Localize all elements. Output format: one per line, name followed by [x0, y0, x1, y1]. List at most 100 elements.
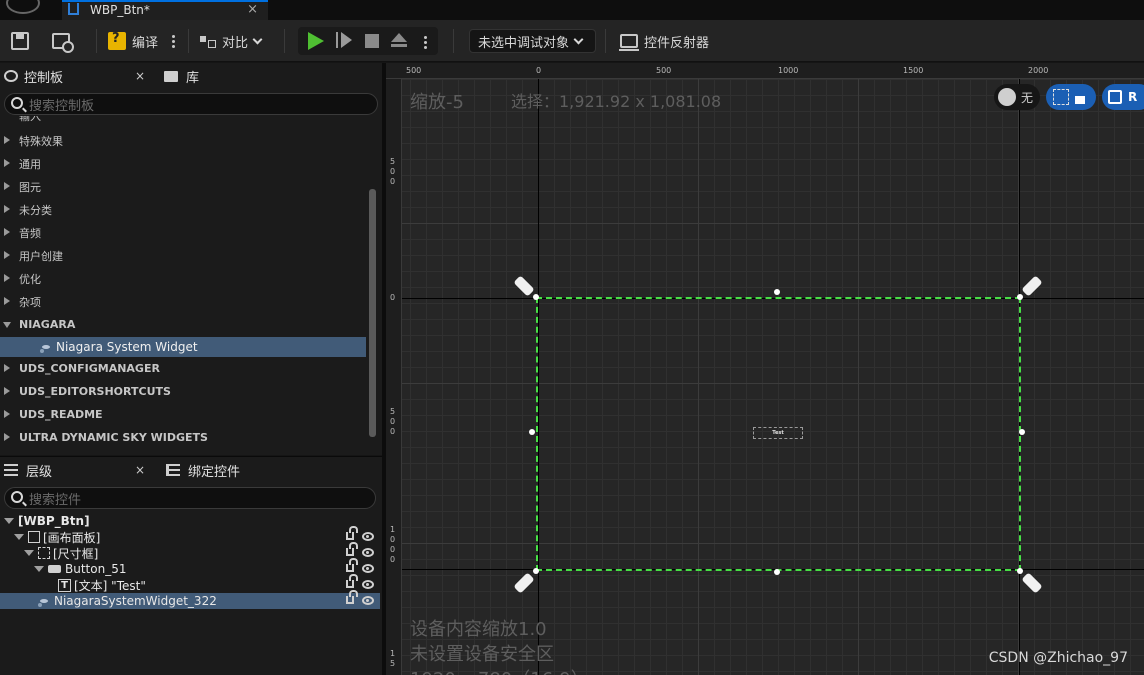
library-tab-label: 库	[186, 70, 200, 86]
palette-category[interactable]: 未分类	[0, 198, 366, 221]
category-label: UDS_README	[19, 408, 103, 421]
palette-category[interactable]: 特殊效果	[0, 129, 366, 152]
category-label: UDS_EDITORSHORTCUTS	[19, 385, 171, 398]
palette-category[interactable]: 图元	[0, 175, 366, 198]
resize-handle-top-right[interactable]	[1017, 294, 1023, 300]
compile-options-button[interactable]	[172, 20, 175, 62]
expand-arrow-icon	[4, 297, 10, 305]
palette-category[interactable]: UDS_README	[0, 403, 366, 426]
right-option-button[interactable]: R	[1102, 84, 1144, 110]
category-label: 未分类	[19, 203, 52, 217]
close-hierarchy-button[interactable]: ×	[135, 463, 145, 477]
diff-dropdown[interactable]: 对比	[200, 20, 263, 62]
visibility-eye-icon[interactable]	[362, 548, 374, 557]
play-options-button[interactable]	[424, 31, 430, 51]
palette-category[interactable]: UDS_EDITORSHORTCUTS	[0, 380, 366, 403]
play-button[interactable]	[304, 31, 324, 51]
palette-category[interactable]: 通用	[0, 152, 366, 175]
compile-status-icon	[108, 31, 126, 50]
palette-category[interactable]: 用户创建	[0, 244, 366, 267]
localization-preview-button[interactable]: 无	[994, 84, 1040, 110]
ruler-tick-label: 500	[406, 66, 422, 75]
globe-icon	[998, 88, 1016, 106]
expand-arrow-icon	[4, 182, 10, 190]
tree-row-size-box[interactable]: [尺寸框]	[0, 542, 380, 561]
tab-palette[interactable]: 控制板 ×	[4, 63, 154, 89]
expand-arrow-icon	[4, 387, 10, 395]
tab-library[interactable]: 库	[164, 63, 244, 89]
palette-category[interactable]: 杂项	[0, 290, 366, 313]
compile-button[interactable]: 编译	[108, 20, 158, 62]
visibility-eye-icon[interactable]	[362, 580, 374, 589]
folder-icon	[164, 70, 178, 82]
advance-frame-button[interactable]	[334, 31, 354, 51]
widget-reflector-button[interactable]: 控件反射器	[619, 20, 709, 62]
resize-handle-bottom-left[interactable]	[533, 568, 539, 574]
close-tab-button[interactable]: ×	[247, 2, 258, 18]
lock-icon[interactable]	[346, 558, 358, 572]
palette-item-niagara-system-widget[interactable]: Niagara System Widget	[0, 337, 366, 357]
ruler-tick-label: 2000	[1028, 66, 1049, 75]
category-label: 特殊效果	[19, 134, 63, 148]
main-toolbar: 编译 对比 未选中调试对象 控件反射器	[0, 20, 1144, 62]
layout-icon	[1108, 90, 1122, 104]
search-icon	[11, 97, 23, 109]
browse-button[interactable]	[52, 20, 74, 62]
tree-row-button[interactable]: Button_51	[0, 558, 380, 577]
lock-icon[interactable]	[346, 574, 358, 588]
size-box-icon	[38, 547, 50, 559]
tab-hierarchy[interactable]: 层级 ×	[4, 457, 154, 483]
designer-viewport[interactable]: 500 0 500 1000 1500 2000 500 0 500 1000 …	[386, 63, 1144, 675]
category-label: UDS_CONFIGMANAGER	[19, 362, 160, 375]
resize-handle-left[interactable]	[529, 429, 535, 435]
tab-bind-widgets[interactable]: 绑定控件	[166, 457, 286, 483]
palette-category[interactable]: 音频	[0, 221, 366, 244]
text-widget-preview[interactable]: Test	[753, 427, 803, 439]
resize-handle-top[interactable]	[774, 289, 780, 295]
palette-category-niagara[interactable]: NIAGARA	[0, 313, 366, 336]
visibility-eye-icon[interactable]	[362, 596, 374, 605]
visibility-eye-icon[interactable]	[362, 564, 374, 573]
resize-handle-right[interactable]	[1019, 429, 1025, 435]
ruler-tick-label: 1000	[778, 66, 799, 75]
resize-handle-bottom-right[interactable]	[1017, 568, 1023, 574]
text-widget-icon: T	[58, 578, 71, 592]
toolbar-divider	[188, 29, 189, 53]
lock-icon[interactable]	[346, 590, 358, 604]
palette-category[interactable]: UDS_CONFIGMANAGER	[0, 357, 366, 380]
category-label: 音频	[19, 226, 41, 240]
respect-locks-toggle[interactable]	[1046, 84, 1096, 110]
resize-handle-bottom[interactable]	[774, 569, 780, 575]
unreal-logo-icon[interactable]	[6, 0, 40, 14]
dashed-box-icon	[1053, 89, 1069, 105]
tree-row-root[interactable]: [WBP_Btn]	[0, 513, 380, 529]
save-button[interactable]	[11, 20, 29, 62]
tree-label: [文本] "Test"	[74, 578, 146, 593]
tree-row-canvas-panel[interactable]: [画布面板]	[0, 526, 380, 545]
palette-search-input[interactable]: 搜索控制板	[4, 93, 378, 115]
palette-category[interactable]: 优化	[0, 267, 366, 290]
compile-label: 编译	[132, 35, 159, 51]
resize-handle-top-left[interactable]	[533, 294, 539, 300]
lock-icon[interactable]	[346, 542, 358, 556]
stop-button[interactable]	[362, 31, 382, 51]
visibility-eye-icon[interactable]	[362, 532, 374, 541]
debug-object-select[interactable]: 未选中调试对象	[469, 29, 596, 53]
hierarchy-panel: 层级 × 绑定控件 搜索控件 [WBP_Btn] [画布面板] [尺寸框] Bu…	[0, 456, 382, 675]
toolbar-divider	[96, 29, 97, 53]
vertical-ruler: 500 0 500 1000 15	[386, 79, 402, 675]
close-palette-button[interactable]: ×	[135, 69, 145, 83]
palette-category[interactable]: ULTRA DYNAMIC SKY WIDGETS	[0, 426, 366, 449]
zoom-level-text: 缩放-5	[410, 92, 464, 113]
palette-scrollbar[interactable]	[369, 189, 376, 437]
tree-label: Button_51	[65, 562, 127, 576]
tree-row-text[interactable]: T [文本] "Test"	[0, 574, 380, 593]
canvas-panel-icon	[28, 531, 40, 543]
expand-arrow-icon	[4, 228, 10, 236]
document-tab[interactable]: WBP_Btn* ×	[62, 0, 268, 20]
lock-icon[interactable]	[346, 526, 358, 540]
diff-label: 对比	[222, 35, 249, 51]
eject-button[interactable]	[390, 31, 410, 51]
tree-row-niagara-widget[interactable]: NiagaraSystemWidget_322	[0, 590, 380, 609]
hierarchy-search-input[interactable]: 搜索控件	[4, 487, 376, 509]
